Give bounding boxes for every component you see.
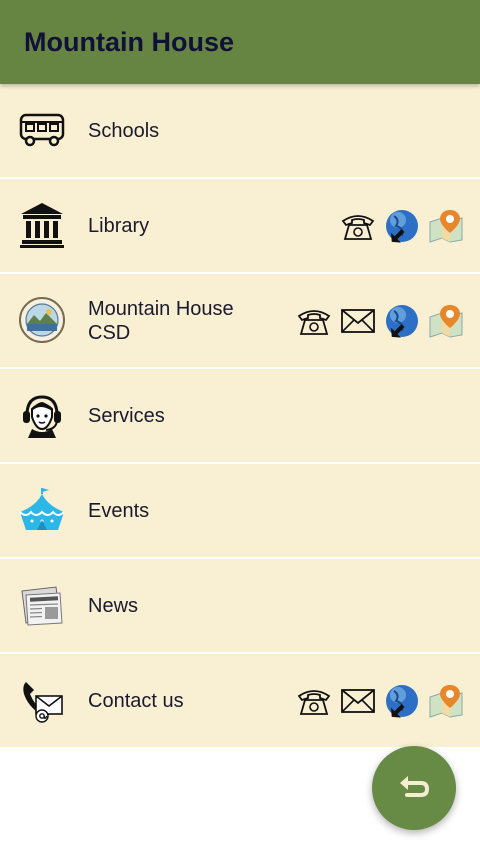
phone-icon[interactable] (340, 208, 376, 244)
csd-seal-icon (18, 296, 66, 344)
menu-item-contact-us[interactable]: Contact us (0, 654, 480, 747)
row-actions (296, 274, 464, 367)
menu-item-label: Services (88, 404, 165, 427)
menu-item-label: Library (88, 214, 150, 237)
row-actions (340, 179, 464, 272)
menu-item-events[interactable]: Events (0, 464, 480, 559)
menu-item-services[interactable]: Services (0, 369, 480, 464)
web-globe-icon[interactable] (384, 303, 420, 339)
tent-icon (18, 486, 66, 534)
map-pin-icon[interactable] (428, 208, 464, 244)
web-globe-icon[interactable] (384, 683, 420, 719)
menu-item-label: Contact us (88, 689, 184, 712)
app-bar: Mountain House (0, 0, 480, 84)
menu-item-label: Mountain House CSD (88, 297, 234, 344)
app-title: Mountain House (24, 27, 234, 57)
menu-item-label: Events (88, 499, 150, 522)
school-bus-icon (18, 106, 66, 154)
phone-icon[interactable] (296, 683, 332, 719)
phone-icon[interactable] (296, 303, 332, 339)
library-building-icon (18, 201, 66, 249)
newspaper-icon (18, 581, 66, 629)
email-icon[interactable] (340, 303, 376, 339)
menu-item-label: News (88, 594, 139, 617)
return-fab-button[interactable] (372, 746, 456, 830)
menu-list: Schools Library Mountain House CSD Servi… (0, 84, 480, 747)
menu-item-news[interactable]: News (0, 559, 480, 654)
map-pin-icon[interactable] (428, 303, 464, 339)
map-pin-icon[interactable] (428, 683, 464, 719)
return-arrow-icon (397, 771, 431, 805)
contact-phone-mail-icon (18, 676, 66, 724)
menu-item-label: Schools (88, 119, 160, 142)
row-actions (296, 654, 464, 747)
menu-item-library[interactable]: Library (0, 179, 480, 274)
web-globe-icon[interactable] (384, 208, 420, 244)
menu-item-schools[interactable]: Schools (0, 84, 480, 179)
menu-item-mountain-house-csd[interactable]: Mountain House CSD (0, 274, 480, 369)
email-icon[interactable] (340, 683, 376, 719)
headset-agent-icon (18, 391, 66, 439)
